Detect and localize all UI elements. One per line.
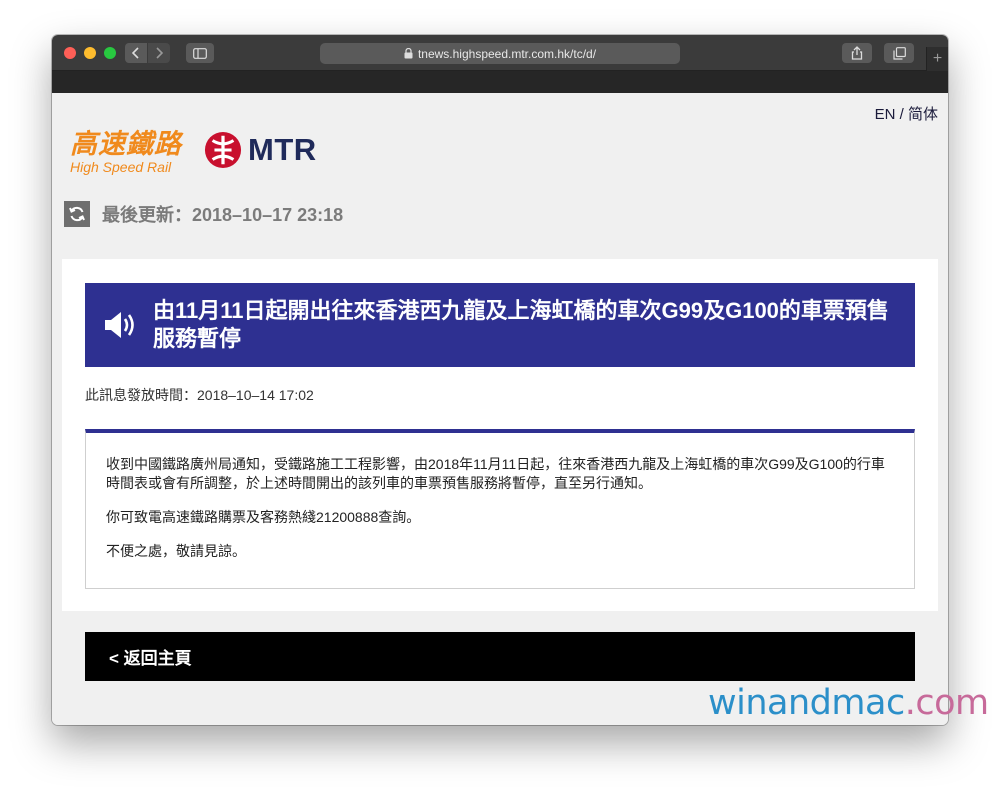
back-to-home-button[interactable]: < 返回主頁	[85, 632, 915, 681]
watermark-part: mac	[831, 683, 905, 723]
hsr-logo-english: High Speed Rail	[70, 159, 172, 175]
language-switcher: EN / 简体	[875, 103, 938, 124]
mtr-logo-text: MTR	[248, 132, 317, 167]
watermark-part: and	[767, 683, 832, 723]
back-button[interactable]	[125, 43, 147, 63]
message-paragraph: 你可致電高速鐵路購票及客務熱綫21200888查詢。	[106, 509, 421, 525]
hsr-logo-chinese: 高速鐵路	[70, 129, 182, 159]
watermark-logo: winandmac.com	[708, 683, 989, 723]
sidebar-icon	[193, 47, 207, 59]
new-tab-button[interactable]: +	[926, 47, 948, 71]
tabs-icon	[892, 46, 906, 60]
zoom-window-button[interactable]	[104, 47, 116, 59]
notice-card: 由11月11日起開出往來香港西九龍及上海虹橋的車次G99及G100的車票預售服務…	[62, 259, 938, 611]
mtr-logo-icon	[204, 131, 242, 169]
speaker-icon	[105, 312, 134, 338]
watermark-part: win	[708, 683, 768, 723]
lang-separator: /	[899, 106, 904, 123]
title-bar: tnews.highspeed.mtr.com.hk/tc/d/ +	[52, 35, 948, 71]
notice-issued-time: 此訊息發放時間：2018–10–14 17:02	[85, 387, 314, 403]
browser-window: tnews.highspeed.mtr.com.hk/tc/d/ + EN / …	[52, 35, 948, 725]
last-updated-text: 最後更新：2018–10–17 23:18	[102, 205, 344, 225]
message-paragraph: 不便之處，敬請見諒。	[106, 543, 246, 559]
minimize-window-button[interactable]	[84, 47, 96, 59]
address-bar[interactable]: tnews.highspeed.mtr.com.hk/tc/d/	[320, 43, 680, 64]
chevron-left-icon	[132, 47, 139, 59]
share-button[interactable]	[842, 43, 872, 63]
refresh-icon	[69, 206, 85, 222]
tab-strip	[52, 71, 948, 93]
tab-overview-button[interactable]	[884, 43, 914, 63]
notice-title: 由11月11日起開出往來香港西九龍及上海虹橋的車次G99及G100的車票預售服務…	[153, 298, 889, 351]
watermark-part: .com	[904, 683, 989, 723]
lock-icon	[404, 48, 413, 59]
chevron-right-icon	[156, 47, 163, 59]
notice-banner: 由11月11日起開出往來香港西九龍及上海虹橋的車次G99及G100的車票預售服務…	[85, 283, 915, 367]
lang-sc-link[interactable]: 简体	[908, 106, 938, 123]
high-speed-rail-logo[interactable]: 高速鐵路 High Speed Rail	[70, 129, 190, 175]
notice-message: 收到中國鐵路廣州局通知，受鐵路施工工程影響，由2018年11月11日起，往來香港…	[85, 429, 915, 589]
message-paragraph: 收到中國鐵路廣州局通知，受鐵路施工工程影響，由2018年11月11日起，往來香港…	[106, 456, 885, 491]
lang-en-link[interactable]: EN	[875, 106, 896, 123]
forward-button[interactable]	[148, 43, 170, 63]
url-text: tnews.highspeed.mtr.com.hk/tc/d/	[417, 46, 597, 61]
close-window-button[interactable]	[64, 47, 76, 59]
refresh-button[interactable]	[64, 201, 90, 227]
web-page: EN / 简体 高速鐵路 High Speed Rail MTR 最後更新：20…	[52, 93, 948, 725]
mtr-logo[interactable]: MTR	[204, 131, 317, 169]
share-icon	[851, 46, 863, 60]
last-updated: 最後更新：2018–10–17 23:18	[64, 201, 343, 227]
sidebar-toggle-button[interactable]	[186, 43, 214, 63]
